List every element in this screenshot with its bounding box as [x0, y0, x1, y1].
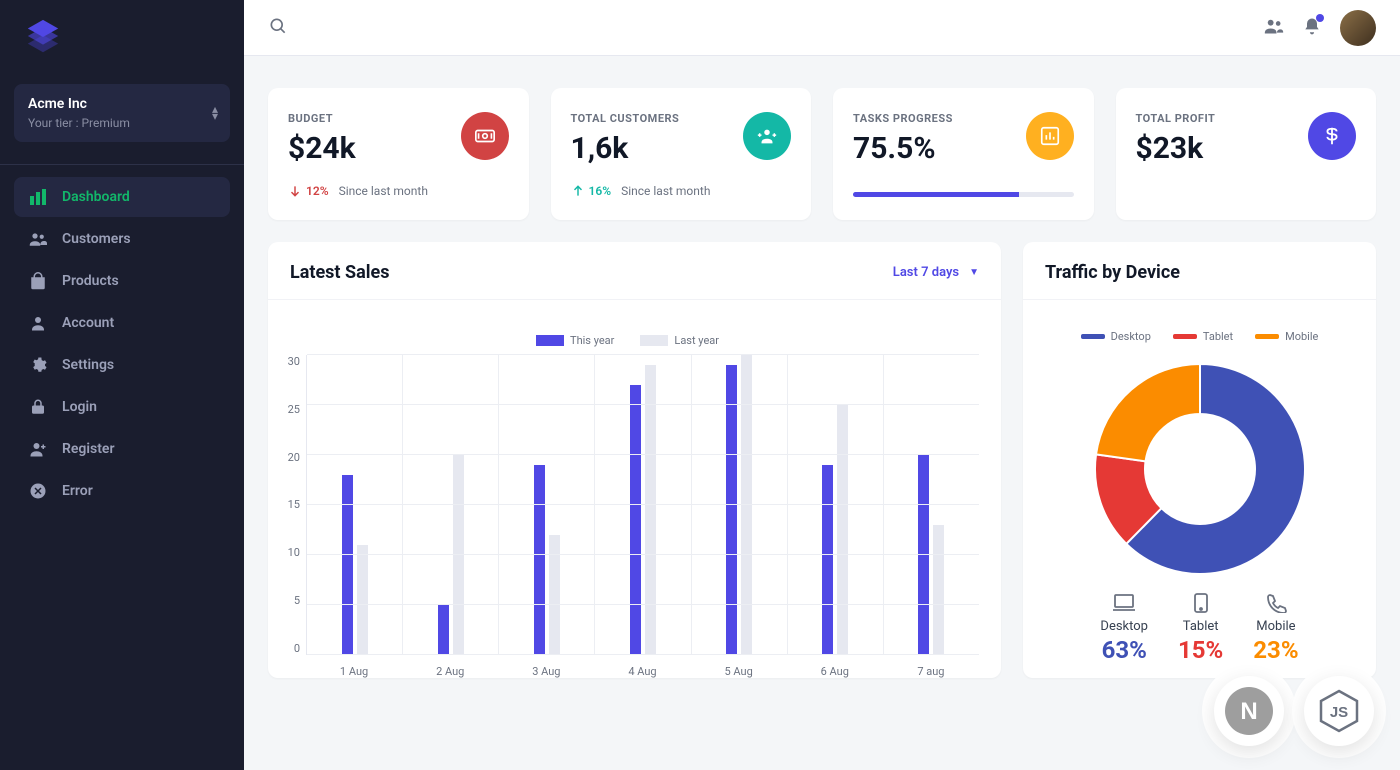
logo[interactable] — [0, 0, 244, 70]
trend-up: 16% — [571, 184, 612, 198]
nav-label: Products — [62, 273, 119, 289]
workspace-selector[interactable]: Acme Inc Your tier : Premium ▴▾ — [14, 84, 230, 142]
notification-dot — [1316, 14, 1324, 22]
nav-item-login[interactable]: Login — [14, 387, 230, 427]
nav: Dashboard Customers Products Account Set… — [0, 177, 244, 513]
since-text: Since last month — [621, 184, 710, 198]
card-label: TOTAL PROFIT — [1136, 112, 1216, 125]
people-icon — [28, 229, 48, 249]
contacts-button[interactable] — [1264, 16, 1284, 40]
dollar-icon — [1308, 112, 1356, 160]
phone-icon — [1253, 593, 1298, 615]
nav-label: Login — [62, 399, 97, 415]
card-label: TASKS PROGRESS — [853, 112, 953, 125]
nav-label: Customers — [62, 231, 131, 247]
people-icon — [743, 112, 791, 160]
laptop-icon — [1100, 593, 1148, 615]
card-value: 75.5% — [853, 131, 953, 166]
card-value: $24k — [288, 131, 356, 166]
traffic-panel: Traffic by Device Desktop Tablet Mobile … — [1023, 242, 1376, 678]
card-label: TOTAL CUSTOMERS — [571, 112, 680, 125]
trend-down: 12% — [288, 184, 329, 198]
divider — [0, 164, 244, 165]
user-plus-icon — [28, 439, 48, 459]
device-tablet: Tablet 15% — [1178, 593, 1223, 664]
card-budget: BUDGET $24k 12% Since last month — [268, 88, 529, 220]
money-icon — [461, 112, 509, 160]
nav-item-settings[interactable]: Settings — [14, 345, 230, 385]
bar-chart-icon — [28, 187, 48, 207]
nav-label: Settings — [62, 357, 114, 373]
nav-item-account[interactable]: Account — [14, 303, 230, 343]
notifications-button[interactable] — [1302, 16, 1322, 40]
nav-label: Register — [62, 441, 115, 457]
lock-icon — [28, 397, 48, 417]
legend-mobile: Mobile — [1255, 330, 1318, 343]
card-tasks: TASKS PROGRESS 75.5% — [833, 88, 1094, 220]
nav-item-register[interactable]: Register — [14, 429, 230, 469]
panel-title: Latest Sales — [290, 262, 389, 283]
card-label: BUDGET — [288, 112, 356, 125]
svg-text:JS: JS — [1330, 704, 1348, 721]
range-dropdown[interactable]: Last 7 days▼ — [893, 265, 979, 280]
card-value: $23k — [1136, 131, 1216, 166]
nav-item-error[interactable]: Error — [14, 471, 230, 511]
workspace-tier: Your tier : Premium — [28, 116, 216, 130]
gear-icon — [28, 355, 48, 375]
insert-chart-icon — [1026, 112, 1074, 160]
nav-item-dashboard[interactable]: Dashboard — [14, 177, 230, 217]
sidebar: Acme Inc Your tier : Premium ▴▾ Dashboar… — [0, 0, 244, 770]
since-text: Since last month — [339, 184, 428, 198]
device-desktop: Desktop 63% — [1100, 593, 1148, 664]
donut-chart — [1090, 359, 1310, 579]
latest-sales-panel: Latest Sales Last 7 days▼ This year Last… — [268, 242, 1001, 678]
nav-item-products[interactable]: Products — [14, 261, 230, 301]
legend-this-year: This year — [536, 334, 614, 347]
unfold-icon: ▴▾ — [212, 106, 218, 120]
tablet-icon — [1178, 593, 1223, 615]
fab-nodejs[interactable]: JS — [1304, 676, 1374, 746]
nav-label: Account — [62, 315, 114, 331]
device-mobile: Mobile 23% — [1253, 593, 1298, 664]
card-value: 1,6k — [571, 131, 680, 166]
chevron-down-icon: ▼ — [969, 267, 979, 278]
avatar[interactable] — [1340, 10, 1376, 46]
legend-tablet: Tablet — [1173, 330, 1233, 343]
legend-desktop: Desktop — [1081, 330, 1151, 343]
error-icon — [28, 481, 48, 501]
sales-chart: This year Last year 302520151050 1 Aug2 … — [268, 300, 1001, 678]
nav-label: Dashboard — [62, 189, 130, 205]
nav-item-customers[interactable]: Customers — [14, 219, 230, 259]
svg-text:N: N — [1240, 698, 1257, 725]
workspace-name: Acme Inc — [28, 96, 216, 112]
topbar — [244, 0, 1400, 56]
search-button[interactable] — [268, 16, 288, 40]
panel-title: Traffic by Device — [1045, 262, 1180, 283]
legend-last-year: Last year — [640, 334, 719, 347]
user-icon — [28, 313, 48, 333]
progress-fill — [853, 192, 1019, 197]
card-customers: TOTAL CUSTOMERS 1,6k 16% Since last mont… — [551, 88, 812, 220]
fab-nextjs[interactable]: N — [1214, 676, 1284, 746]
bag-icon — [28, 271, 48, 291]
nav-label: Error — [62, 483, 93, 499]
card-profit: TOTAL PROFIT $23k — [1116, 88, 1377, 220]
progress-bar — [853, 192, 1074, 197]
